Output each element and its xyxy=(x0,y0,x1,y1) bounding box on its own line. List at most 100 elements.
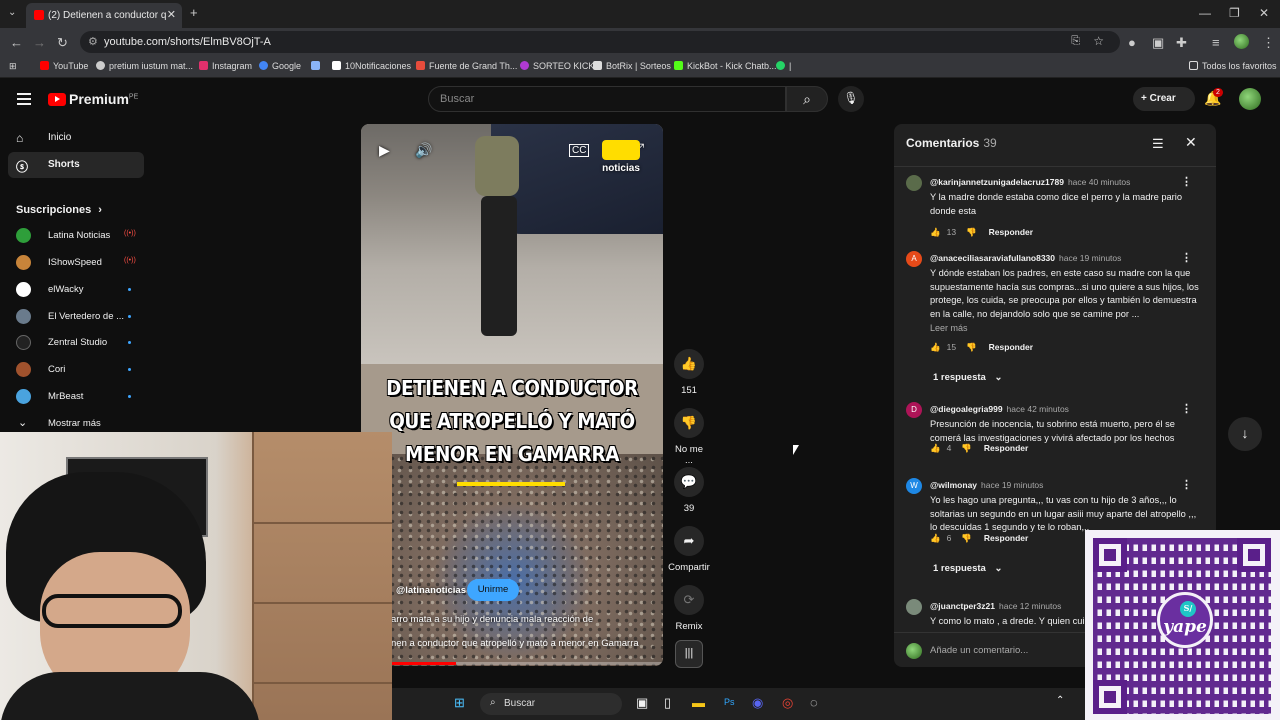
like-button[interactable]: 👍 151 xyxy=(672,349,706,396)
join-button[interactable]: Unirme xyxy=(467,579,519,601)
commenter-avatar[interactable]: W xyxy=(906,478,922,494)
thumbs-down-icon[interactable]: 👎 xyxy=(966,227,977,237)
extension-icon[interactable]: ● xyxy=(1128,35,1136,50)
sidebar-channel[interactable]: Zentral Studio xyxy=(16,333,144,353)
search-button[interactable]: ⌕ xyxy=(786,86,828,112)
reply-button[interactable]: Responder xyxy=(989,342,1033,352)
sidebar-channel[interactable]: El Vertedero de ... xyxy=(16,307,144,327)
thumbs-up-icon[interactable]: 👍 xyxy=(930,227,941,237)
video-progress-bar[interactable] xyxy=(391,662,663,665)
commenter-avatar[interactable] xyxy=(906,175,922,191)
sidebar-channel[interactable]: MrBeast xyxy=(16,387,144,407)
add-comment-input[interactable]: Añade un comentario... xyxy=(930,645,1028,656)
voice-search-button[interactable]: 🎙 xyxy=(838,86,864,112)
reply-button[interactable]: Responder xyxy=(984,533,1028,543)
windows-start-icon[interactable]: ⊞ xyxy=(454,695,465,711)
commenter-avatar[interactable]: A xyxy=(906,251,922,267)
subscriptions-heading[interactable]: Suscripciones › xyxy=(16,204,102,216)
profile-avatar[interactable] xyxy=(1234,34,1249,49)
file-explorer-icon[interactable]: ▬ xyxy=(692,695,705,710)
chrome-icon[interactable]: ◎ xyxy=(782,695,793,711)
new-tab-icon[interactable]: + xyxy=(190,5,198,20)
extension-icon-2[interactable]: ▣ xyxy=(1152,35,1164,51)
restore-icon[interactable]: ❐ xyxy=(1229,6,1240,20)
apps-grid-icon[interactable]: ⊞ xyxy=(9,61,17,72)
comment-author[interactable]: @anaceciliasaraviafullano8330 hace 19 min… xyxy=(930,253,1121,263)
reply-button[interactable]: Responder xyxy=(984,443,1028,453)
thumbs-up-icon[interactable]: 👍 xyxy=(930,342,941,352)
comments-button[interactable]: 💬 39 xyxy=(672,467,706,514)
bookmark-unnamed[interactable] xyxy=(311,61,324,71)
close-icon[interactable]: ✕ xyxy=(1185,134,1197,151)
media-control-icon[interactable]: ≡ xyxy=(1212,35,1220,50)
bookmark-youtube[interactable]: YouTube xyxy=(40,61,88,71)
taskbar-search[interactable]: ⌕ Buscar xyxy=(480,693,622,715)
replies-toggle[interactable]: 1 respuesta ⌄ xyxy=(933,563,1002,574)
comment-author[interactable]: @karinjannetzunigadelacruz1789 hace 40 mi… xyxy=(930,177,1130,187)
bookmark-grand-theft[interactable]: Fuente de Grand Th... xyxy=(416,61,517,71)
bookmark-sorteo-kick[interactable]: SORTEO KICK xyxy=(520,61,594,71)
bookmark-pretium[interactable]: pretium iustum mat... xyxy=(96,61,193,71)
video-channel-handle[interactable]: @latinanoticias xyxy=(396,585,466,596)
extensions-puzzle-icon[interactable]: ✚ xyxy=(1176,35,1187,51)
show-more-button[interactable]: ⌄ Mostrar más xyxy=(16,414,144,434)
comment-menu-icon[interactable]: ⋮ xyxy=(1181,478,1192,491)
bookmark-10notificaciones[interactable]: 10Notificaciones xyxy=(332,61,411,71)
app-icon-2[interactable]: ◌ xyxy=(810,695,818,710)
bookmark-instagram[interactable]: Instagram xyxy=(199,61,252,71)
thumbs-down-icon[interactable]: 👎 xyxy=(966,342,977,352)
hamburger-menu-icon[interactable] xyxy=(17,93,31,108)
all-favorites[interactable]: Todos los favoritos xyxy=(1189,61,1277,71)
tab-list-icon[interactable]: ⌄ xyxy=(8,7,16,18)
share-button[interactable]: ➦ Compartir xyxy=(666,526,712,573)
captions-icon[interactable]: CC xyxy=(569,144,590,157)
task-view-icon[interactable]: ▣ xyxy=(636,695,648,711)
comment-menu-icon[interactable]: ⋮ xyxy=(1181,175,1192,188)
photoshop-icon[interactable]: Ps xyxy=(724,697,735,707)
browser-tab[interactable]: (2) Detienen a conductor que atropelló ✕ xyxy=(26,3,182,28)
comment-author[interactable]: @diegoalegria999 hace 42 minutos xyxy=(930,404,1069,414)
bookmark-google[interactable]: Google xyxy=(259,61,301,71)
read-more-link[interactable]: Leer más xyxy=(930,323,968,333)
audio-track-button[interactable]: ||| xyxy=(675,640,703,668)
account-avatar[interactable] xyxy=(1239,88,1261,110)
tray-chevron-up-icon[interactable]: ⌃ xyxy=(1056,695,1064,706)
bookmark-whatsapp[interactable]: | xyxy=(776,61,791,71)
reply-button[interactable]: Responder xyxy=(989,227,1033,237)
thumbs-down-icon[interactable]: 👎 xyxy=(961,443,972,453)
sidebar-item-shorts[interactable]: ⓢ Shorts xyxy=(8,152,144,178)
dislike-button[interactable]: 👎 No me ... xyxy=(670,408,708,466)
back-icon[interactable]: ← xyxy=(10,35,23,50)
play-icon[interactable]: ▶ xyxy=(379,142,390,159)
sidebar-channel[interactable]: Cori xyxy=(16,360,144,380)
install-icon[interactable]: ⎘ xyxy=(1071,35,1080,48)
omnibox[interactable]: ⚙ youtube.com/shorts/ElmBV8OjT-A ⎘ ☆ xyxy=(80,31,1120,53)
volume-icon[interactable]: 🔊 xyxy=(415,142,432,159)
sidebar-channel[interactable]: IShowSpeed ((•)) xyxy=(16,253,144,273)
comment-menu-icon[interactable]: ⋮ xyxy=(1181,251,1192,264)
bookmark-botrix[interactable]: BotRix | Sorteos xyxy=(593,61,671,71)
app-icon[interactable]: ▯ xyxy=(664,695,671,711)
forward-icon[interactable]: → xyxy=(33,35,46,50)
sidebar-item-inicio[interactable]: ⌂ Inicio xyxy=(8,125,144,151)
comment-author[interactable]: @wilmonay hace 19 minutos xyxy=(930,480,1043,490)
shorts-video-player[interactable]: DETIENEN A CONDUCTOR QUE ATROPELLÓ Y MAT… xyxy=(361,124,663,666)
sidebar-channel[interactable]: Latina Noticias ((•)) xyxy=(16,226,144,246)
youtube-premium-logo[interactable]: PremiumPE xyxy=(48,91,138,107)
close-window-icon[interactable]: ✕ xyxy=(1259,6,1269,20)
site-info-icon[interactable]: ⚙ xyxy=(88,35,98,48)
minimize-icon[interactable]: — xyxy=(1199,6,1211,20)
bookmark-star-icon[interactable]: ☆ xyxy=(1093,34,1104,48)
next-short-button[interactable]: ↓ xyxy=(1228,417,1262,451)
create-button[interactable]: + Crear xyxy=(1133,87,1195,111)
commenter-avatar[interactable] xyxy=(906,599,922,615)
reload-icon[interactable]: ↻ xyxy=(57,35,68,51)
search-input[interactable]: Buscar xyxy=(428,86,786,112)
replies-toggle[interactable]: 1 respuesta ⌄ xyxy=(933,372,1002,383)
discord-icon[interactable]: ◉ xyxy=(752,695,763,711)
comment-menu-icon[interactable]: ⋮ xyxy=(1181,402,1192,415)
close-tab-icon[interactable]: ✕ xyxy=(167,8,176,21)
comment-author[interactable]: @juanctper3z21 hace 12 minutos xyxy=(930,601,1061,611)
remix-button[interactable]: ⟳ Remix xyxy=(672,585,706,632)
thumbs-down-icon[interactable]: 👎 xyxy=(961,533,972,543)
